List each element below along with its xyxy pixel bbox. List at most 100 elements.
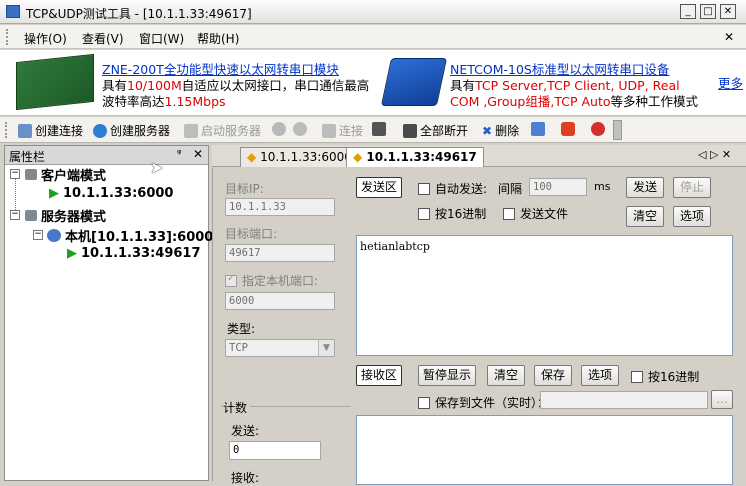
ad-more-link[interactable]: 更多: [718, 76, 743, 92]
checkbox-box: [631, 370, 643, 383]
start-server-icon: [184, 123, 198, 138]
tab-nav-controls[interactable]: ◁ ▷ ✕: [698, 148, 731, 161]
ad-banner: ZNE-200T全功能型快速以太网转串口模块 具有10/100M自适应以太网接口…: [0, 50, 746, 116]
network-icon: [531, 122, 545, 136]
send-hex16-checkbox[interactable]: 按16进制: [418, 205, 486, 222]
browse-button[interactable]: ...: [711, 390, 733, 409]
maximize-button[interactable]: □: [700, 4, 716, 19]
menu-operate[interactable]: 操作(O): [24, 30, 67, 47]
local-port-checkbox[interactable]: 指定本机端口:: [225, 272, 318, 289]
connection-panel: 目标IP: 10.1.1.33 目标端口: 49617 指定本机端口: 6000…: [212, 168, 746, 485]
ad-right-title[interactable]: NETCOM-10S标准型以太网转串口设备: [450, 62, 669, 78]
pause-display-button[interactable]: 暂停显示: [418, 365, 476, 386]
close-button[interactable]: ✕: [720, 4, 736, 19]
tree-expander-client[interactable]: −: [10, 169, 20, 179]
disconnect-button[interactable]: [372, 122, 386, 136]
window-title: TCP&UDP测试工具 - [10.1.1.33:49617]: [26, 7, 252, 21]
pin-icon[interactable]: ᵠ: [177, 147, 182, 160]
target-port-label: 目标端口:: [225, 227, 278, 241]
send-file-checkbox[interactable]: 发送文件: [503, 205, 568, 222]
recv-hex16-checkbox[interactable]: 按16进制: [631, 368, 699, 385]
tab-connection-6000[interactable]: ◆ 10.1.1.33:6000: [240, 147, 359, 167]
save-file-path-field[interactable]: [540, 391, 708, 409]
checkbox-box: [503, 207, 515, 220]
tree-server-mode[interactable]: 服务器模式: [25, 206, 106, 225]
tree-local-server[interactable]: 本机[10.1.1.33]:6000: [47, 226, 213, 245]
count-label: 计数: [223, 399, 251, 416]
target-ip-field[interactable]: 10.1.1.33: [225, 198, 335, 216]
ad-left-line2: 波特率高达1.15Mbps: [102, 94, 226, 109]
save-to-file-checkbox[interactable]: 保存到文件（实时）：: [418, 394, 549, 411]
cancel-button[interactable]: [293, 122, 307, 136]
ad-left-title[interactable]: ZNE-200T全功能型快速以太网转串口模块: [102, 62, 339, 78]
stop-server-button[interactable]: [272, 122, 286, 136]
send-count-label: 发送:: [231, 424, 260, 438]
network-button[interactable]: [531, 122, 545, 136]
send-count-field[interactable]: 0: [229, 441, 321, 460]
app-icon: [6, 5, 20, 18]
interval-label: 间隔: [498, 182, 523, 196]
connect-button[interactable]: 连接: [322, 122, 363, 139]
checkbox-box: [418, 182, 430, 195]
tree-expander-server[interactable]: −: [10, 210, 20, 220]
netcom-device-image: [380, 58, 448, 106]
recv-clear-button[interactable]: 清空: [487, 365, 525, 386]
toolbar-overflow-icon[interactable]: [613, 120, 622, 140]
recv-area-button[interactable]: 接收区: [356, 365, 402, 386]
target-ip-label: 目标IP:: [225, 182, 264, 196]
property-panel-header: 属性栏 ᵠ ✕: [5, 146, 208, 165]
send-textarea[interactable]: hetianlabtcp: [356, 235, 733, 356]
delete-icon: ✖: [482, 123, 493, 138]
menu-view[interactable]: 查看(V): [82, 30, 124, 47]
zne-module-image: [16, 53, 94, 111]
panel-close-icon[interactable]: ✕: [193, 147, 203, 161]
menu-help[interactable]: 帮助(H): [197, 30, 239, 47]
recv-textarea[interactable]: [356, 415, 733, 485]
connect-icon: [322, 123, 336, 138]
tab-strip: ◆ 10.1.1.33:6000 ◆ 10.1.1.33:49617 ◁ ▷ ✕: [212, 145, 746, 167]
play-icon: ▶: [67, 246, 77, 261]
tree-expander-local[interactable]: −: [33, 230, 43, 240]
target-port-field[interactable]: 49617: [225, 244, 335, 262]
disconnect-icon: [372, 122, 386, 136]
users-icon: [47, 229, 61, 242]
interval-unit: ms: [594, 180, 611, 193]
mdi-close-icon[interactable]: ✕: [724, 30, 734, 44]
disconnect-all-icon: [403, 123, 417, 138]
send-clear-button[interactable]: 清空: [626, 206, 664, 227]
ad-right-line2: COM ,Group组播,TCP Auto等多种工作模式: [450, 94, 699, 109]
settings-button[interactable]: [591, 122, 605, 136]
send-area-button[interactable]: 发送区: [356, 177, 402, 198]
send-options-button[interactable]: 选项: [673, 206, 711, 227]
settings-icon: [591, 122, 605, 136]
ad-left-line1: 具有10/100M自适应以太网接口，串口通信最高: [102, 78, 370, 93]
create-server-button[interactable]: 创建服务器: [93, 122, 170, 139]
tree-server-connection[interactable]: ▶ 10.1.1.33:49617: [67, 246, 201, 261]
minimize-button[interactable]: _: [680, 4, 696, 19]
start-server-button[interactable]: 启动服务器: [184, 122, 261, 139]
disconnect-all-button[interactable]: 全部断开: [403, 122, 468, 139]
mouse-cursor-icon: ➤: [150, 158, 164, 177]
local-port-field[interactable]: 6000: [225, 292, 335, 310]
recv-save-button[interactable]: 保存: [534, 365, 572, 386]
checkbox-box: [418, 207, 430, 220]
tree-client-mode[interactable]: 客户端模式: [25, 165, 106, 184]
create-connection-icon: [18, 123, 32, 138]
send-button[interactable]: 发送: [626, 177, 664, 198]
recv-count-label: 接收:: [231, 471, 260, 485]
stop-button[interactable]: 停止: [673, 177, 711, 198]
create-connection-button[interactable]: 创建连接: [18, 122, 83, 139]
power-button[interactable]: [561, 122, 575, 136]
recv-options-button[interactable]: 选项: [581, 365, 619, 386]
checkbox-box: [418, 396, 430, 409]
tree-client-connection[interactable]: ▶ 10.1.1.33:6000: [49, 186, 173, 201]
toolbar-grip: [5, 122, 7, 138]
type-label: 类型:: [227, 322, 256, 336]
menu-grip: [6, 29, 9, 45]
menu-window[interactable]: 窗口(W): [139, 30, 184, 47]
tab-connection-49617[interactable]: ◆ 10.1.1.33:49617: [346, 147, 484, 167]
delete-button[interactable]: ✖ 删除: [482, 122, 519, 139]
checkbox-box: [225, 273, 237, 287]
interval-field[interactable]: 100: [529, 178, 587, 196]
auto-send-checkbox[interactable]: 自动发送:: [418, 180, 487, 197]
